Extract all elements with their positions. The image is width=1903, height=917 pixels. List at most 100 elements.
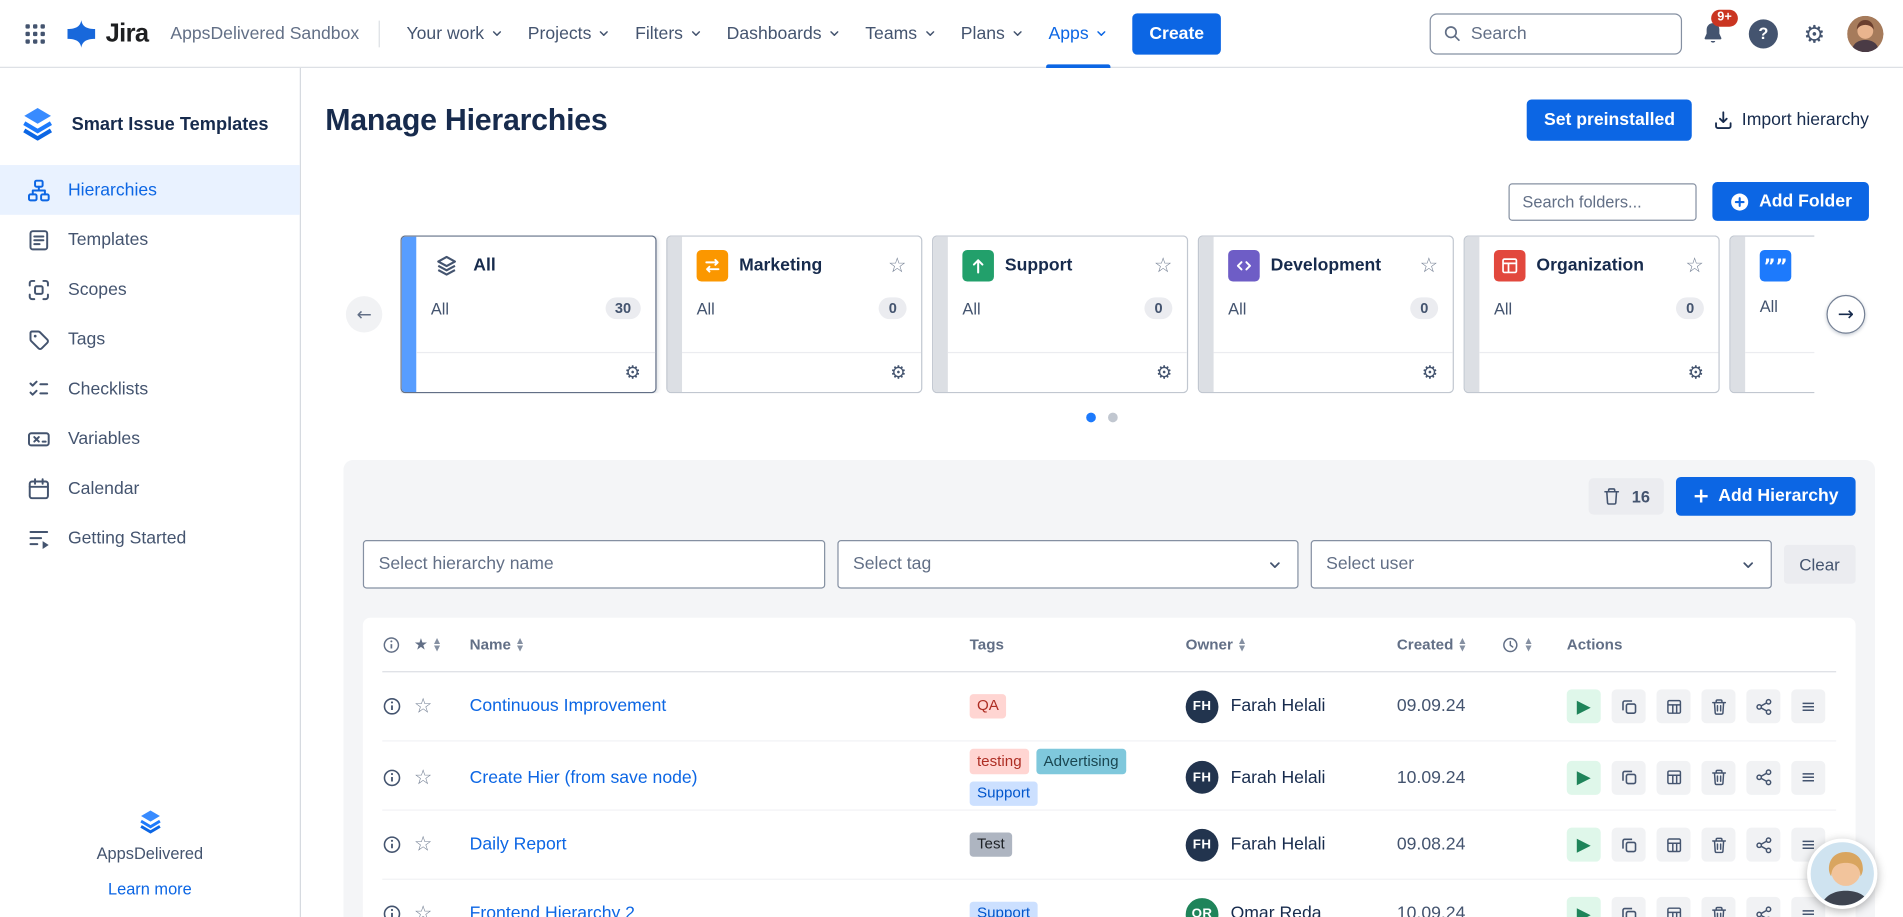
run-button[interactable]: ▶	[1567, 689, 1601, 723]
folder-card-marketing[interactable]: Marketing ☆ All 0 ⚙	[666, 235, 922, 393]
favorite-star-button[interactable]: ☆	[414, 902, 433, 917]
import-hierarchy-button[interactable]: Import hierarchy	[1714, 110, 1869, 129]
copy-button[interactable]	[1612, 828, 1646, 862]
copy-button[interactable]	[1612, 760, 1646, 794]
nav-dashboards[interactable]: Dashboards	[715, 0, 854, 67]
global-search[interactable]	[1430, 13, 1682, 54]
carousel-dot[interactable]	[1108, 413, 1118, 423]
nav-plans[interactable]: Plans	[949, 0, 1037, 67]
info-button[interactable]	[382, 768, 401, 787]
favorite-star-icon[interactable]: ☆	[888, 255, 907, 276]
chat-launcher[interactable]	[1807, 839, 1877, 909]
sidebar-item-templates[interactable]: Templates	[0, 215, 300, 265]
sidebar-item-calendar[interactable]: Calendar	[0, 464, 300, 514]
learn-more-link[interactable]: Learn more	[108, 880, 192, 898]
jira-logo[interactable]: Jira	[58, 18, 160, 50]
favorite-star-button[interactable]: ☆	[414, 765, 433, 789]
nav-projects[interactable]: Projects	[516, 0, 623, 67]
tag-filter-select[interactable]: Select tag	[837, 540, 1298, 589]
delete-button[interactable]	[1701, 828, 1735, 862]
carousel-next-button[interactable]: →	[1826, 295, 1865, 334]
folder-group-row[interactable]: All 0	[697, 297, 907, 319]
folder-card-support[interactable]: Support ☆ All 0 ⚙	[932, 235, 1188, 393]
carousel-dot-active[interactable]	[1086, 413, 1096, 423]
sidebar-item-variables[interactable]: Variables	[0, 414, 300, 464]
folder-card-all[interactable]: All All 30 ⚙	[400, 235, 656, 393]
search-input[interactable]	[1471, 24, 1669, 43]
copy-button[interactable]	[1612, 689, 1646, 723]
folder-settings-gear-icon[interactable]: ⚙	[890, 363, 906, 381]
favorite-star-button[interactable]: ☆	[414, 694, 433, 718]
folder-card-organization[interactable]: Organization ☆ All 0 ⚙	[1464, 235, 1720, 393]
more-menu-button[interactable]: ≡	[1791, 760, 1825, 794]
run-button[interactable]: ▶	[1567, 760, 1601, 794]
share-button[interactable]	[1746, 828, 1780, 862]
sidebar-item-tags[interactable]: Tags	[0, 314, 300, 364]
nav-teams[interactable]: Teams	[853, 0, 949, 67]
more-menu-button[interactable]: ≡	[1791, 689, 1825, 723]
carousel-prev-button[interactable]: ←	[346, 296, 382, 332]
created-column-header[interactable]: Created▲▼	[1368, 636, 1472, 653]
name-column-header[interactable]: Name▲▼	[455, 636, 940, 653]
table-view-button[interactable]	[1657, 828, 1691, 862]
folder-settings-gear-icon[interactable]: ⚙	[1156, 363, 1172, 381]
help-button[interactable]: ?	[1743, 13, 1784, 54]
hierarchy-name-filter-input[interactable]	[363, 540, 825, 589]
delete-button[interactable]	[1701, 760, 1735, 794]
notifications-button[interactable]: 9+	[1692, 13, 1733, 54]
hierarchy-link[interactable]: Continuous Improvement	[455, 697, 666, 716]
favorite-star-button[interactable]: ☆	[414, 833, 433, 857]
folder-group-row[interactable]: All 30	[431, 297, 641, 319]
favorite-star-icon[interactable]: ☆	[1685, 255, 1704, 276]
folder-settings-gear-icon[interactable]: ⚙	[1688, 363, 1704, 381]
share-button[interactable]	[1746, 897, 1780, 917]
create-button[interactable]: Create	[1132, 13, 1221, 54]
sidebar-item-hierarchies[interactable]: Hierarchies	[0, 165, 300, 215]
clear-filters-button[interactable]: Clear	[1783, 545, 1855, 584]
owner-column-header[interactable]: Owner▲▼	[1157, 636, 1368, 653]
delete-selected-button[interactable]: 16	[1588, 478, 1663, 514]
info-button[interactable]	[382, 904, 401, 917]
share-button[interactable]	[1746, 689, 1780, 723]
hierarchy-link[interactable]: Daily Report	[455, 835, 566, 854]
copy-button[interactable]	[1612, 897, 1646, 917]
folder-settings-gear-icon[interactable]: ⚙	[1422, 363, 1438, 381]
sidebar-item-scopes[interactable]: Scopes	[0, 265, 300, 315]
table-view-button[interactable]	[1657, 689, 1691, 723]
delete-button[interactable]	[1701, 897, 1735, 917]
folder-group-row[interactable]: All 0	[1494, 297, 1704, 319]
last-run-column-header[interactable]: ▲▼	[1472, 635, 1538, 653]
hierarchy-link[interactable]: Frontend Hierarchy 2	[455, 904, 635, 917]
search-folders-input[interactable]	[1509, 183, 1697, 221]
run-button[interactable]: ▶	[1567, 828, 1601, 862]
profile-button[interactable]	[1845, 13, 1886, 54]
table-view-button[interactable]	[1657, 760, 1691, 794]
nav-your-work[interactable]: Your work	[394, 0, 515, 67]
table-view-button[interactable]	[1657, 897, 1691, 917]
folder-group-row[interactable]: All 0	[1228, 297, 1438, 319]
share-button[interactable]	[1746, 760, 1780, 794]
add-hierarchy-button[interactable]: + Add Hierarchy	[1676, 477, 1856, 516]
add-folder-button[interactable]: Add Folder	[1713, 182, 1869, 221]
sidebar-item-checklists[interactable]: Checklists	[0, 364, 300, 414]
user-filter-select[interactable]: Select user	[1310, 540, 1771, 589]
folder-settings-gear-icon[interactable]: ⚙	[624, 363, 640, 381]
folder-group-row[interactable]: All 0	[962, 297, 1172, 319]
info-button[interactable]	[382, 835, 401, 854]
delete-button[interactable]	[1701, 689, 1735, 723]
folder-card-development[interactable]: Development ☆ All 0 ⚙	[1198, 235, 1454, 393]
app-switcher-button[interactable]	[15, 13, 56, 54]
folder-card-partial[interactable]: ”” All ⚙	[1729, 235, 1814, 393]
settings-button[interactable]: ⚙	[1794, 13, 1835, 54]
run-button[interactable]: ▶	[1567, 897, 1601, 917]
nav-filters[interactable]: Filters	[623, 0, 715, 67]
sidebar-item-getting-started[interactable]: Getting Started	[0, 513, 300, 563]
favorite-star-icon[interactable]: ☆	[1420, 255, 1439, 276]
info-button[interactable]	[382, 697, 401, 716]
favorite-star-icon[interactable]: ☆	[1154, 255, 1173, 276]
favorite-column-header[interactable]: ★▲▼	[414, 637, 455, 653]
set-preinstalled-button[interactable]: Set preinstalled	[1527, 100, 1692, 141]
folder-group-row[interactable]: All	[1760, 297, 1815, 315]
nav-apps[interactable]: Apps	[1036, 0, 1120, 67]
hierarchy-link[interactable]: Create Hier (from save node)	[455, 768, 697, 787]
